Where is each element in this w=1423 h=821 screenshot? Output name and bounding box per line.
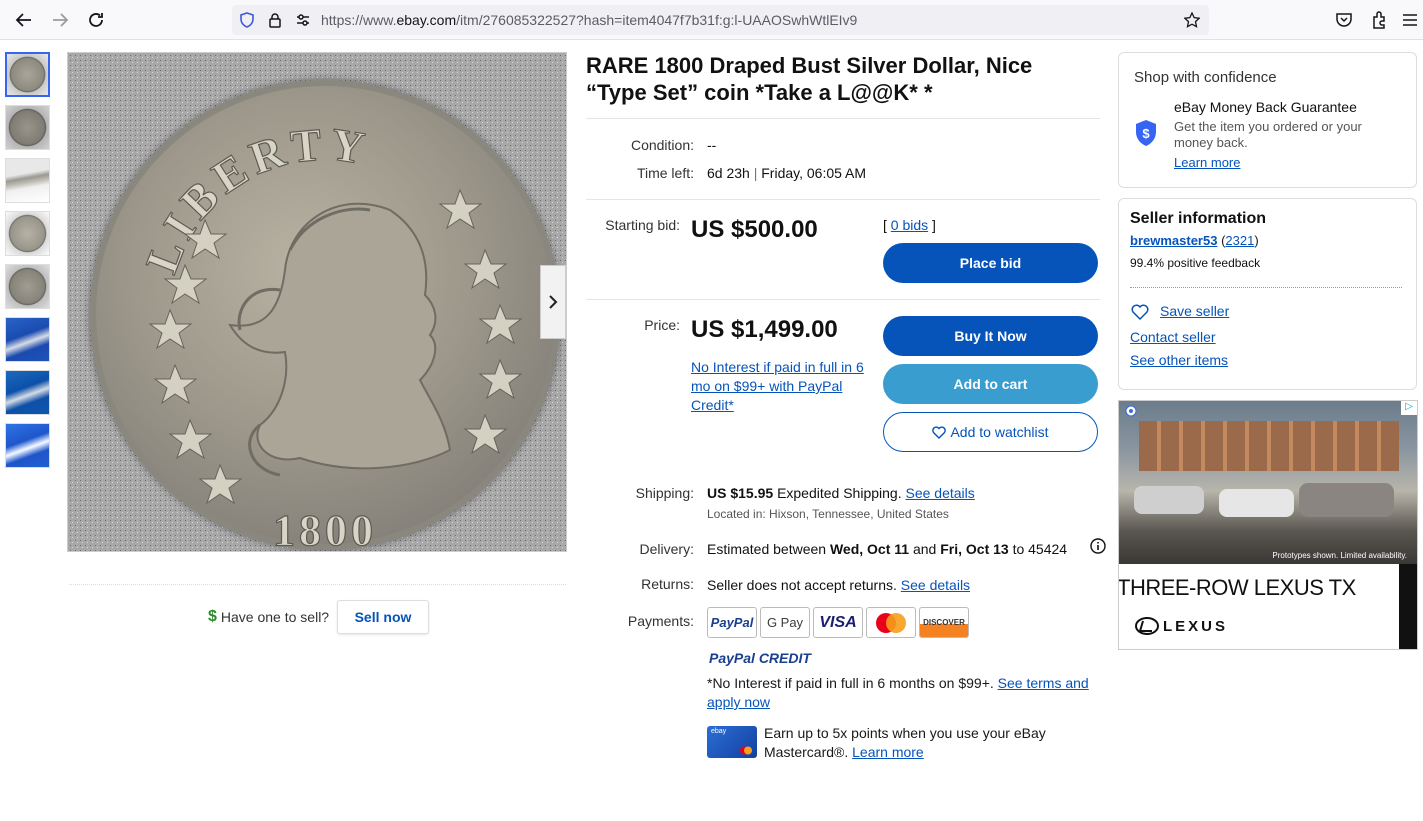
divider bbox=[586, 118, 1100, 119]
divider bbox=[586, 299, 1100, 300]
lexus-logo: LEXUS bbox=[1135, 617, 1228, 635]
buy-it-now-button[interactable]: Buy It Now bbox=[883, 316, 1098, 356]
guarantee-learn-more-link[interactable]: Learn more bbox=[1174, 155, 1240, 170]
lock-icon[interactable] bbox=[267, 12, 283, 28]
divider bbox=[69, 584, 566, 585]
shield-icon[interactable] bbox=[239, 12, 255, 28]
thumbnail-5[interactable] bbox=[5, 264, 50, 309]
thumbnail-3[interactable] bbox=[5, 158, 50, 203]
price-label: Price: bbox=[644, 317, 680, 333]
ebay-mastercard-icon: ebay bbox=[707, 726, 757, 758]
thumbnail-1[interactable] bbox=[5, 52, 50, 97]
adchoices-icon[interactable] bbox=[1125, 404, 1137, 422]
time-left-value: 6d 23h | Friday, 06:05 AM bbox=[707, 165, 867, 181]
paypal-financing-link[interactable]: No Interest if paid in full in 6 mo on $… bbox=[691, 358, 871, 415]
listing-title: RARE 1800 Draped Bust Silver Dollar, Nic… bbox=[586, 53, 1033, 105]
ad-headline: THREE-ROW LEXUS TX bbox=[1118, 575, 1356, 600]
condition-value: -- bbox=[707, 137, 717, 153]
address-bar[interactable]: https://www.ebay.com/itm/276085322527?ha… bbox=[232, 5, 1209, 35]
paypal-credit-logo: PayPal CREDIT bbox=[709, 650, 811, 666]
guarantee-text: Get the item you ordered or your money b… bbox=[1174, 119, 1362, 150]
see-other-items-link[interactable]: See other items bbox=[1130, 352, 1228, 368]
delivery-estimate: Estimated between Wed, Oct 11 and Fri, O… bbox=[707, 541, 1068, 557]
card-learn-more-link[interactable]: Learn more bbox=[852, 744, 924, 760]
delivery-label: Delivery: bbox=[639, 541, 694, 557]
money-back-shield-icon: $ bbox=[1136, 120, 1156, 146]
returns-see-details-link[interactable]: See details bbox=[901, 577, 970, 593]
add-to-cart-button[interactable]: Add to cart bbox=[883, 364, 1098, 404]
coin-image: LIBERTY 1800 bbox=[90, 80, 560, 551]
card-promo: Earn up to 5x points when you use your e… bbox=[764, 725, 1046, 760]
extensions-icon[interactable] bbox=[1370, 10, 1390, 30]
add-to-watchlist-button[interactable]: Add to watchlist bbox=[883, 412, 1098, 452]
bookmark-star-icon[interactable] bbox=[1183, 11, 1201, 28]
divider bbox=[586, 199, 1100, 200]
ad-image: Prototypes shown. Limited availability. bbox=[1119, 401, 1417, 564]
seller-name-row: brewmaster53 (2321) bbox=[1130, 233, 1259, 248]
starting-bid-label: Starting bid: bbox=[605, 217, 680, 233]
ad-info-icon[interactable]: ▷ bbox=[1401, 401, 1417, 415]
heart-icon bbox=[1131, 304, 1149, 320]
bids-link[interactable]: 0 bids bbox=[891, 217, 928, 233]
google-pay-logo: G Pay bbox=[760, 607, 810, 638]
svg-text:$: $ bbox=[1142, 126, 1150, 141]
seller-information-card: Seller information brewmaster53 (2321) 9… bbox=[1118, 198, 1417, 390]
buy-it-now-price: US $1,499.00 bbox=[691, 316, 838, 343]
starting-bid-price: US $500.00 bbox=[691, 216, 818, 243]
seller-heading: Seller information bbox=[1130, 210, 1267, 227]
thumbnail-4[interactable] bbox=[5, 211, 50, 256]
seller-feedback: 99.4% positive feedback bbox=[1130, 256, 1261, 270]
chevron-right-icon bbox=[549, 295, 558, 309]
have-one-to-sell: $ Have one to sell? bbox=[208, 608, 330, 625]
item-location: Located in: Hixson, Tennessee, United St… bbox=[707, 507, 949, 521]
guarantee-title: eBay Money Back Guarantee bbox=[1174, 99, 1357, 115]
main-product-image[interactable]: LIBERTY 1800 bbox=[67, 52, 567, 552]
contact-seller-link[interactable]: Contact seller bbox=[1130, 329, 1216, 345]
thumbnail-6[interactable] bbox=[5, 317, 50, 362]
returns-value: Seller does not accept returns. See deta… bbox=[707, 577, 971, 593]
dollar-icon: $ bbox=[208, 608, 217, 625]
shipping-value: US $15.95 Expedited Shipping. See detail… bbox=[707, 485, 975, 501]
seller-name-link[interactable]: brewmaster53 bbox=[1130, 233, 1217, 248]
url-text[interactable]: https://www.ebay.com/itm/276085322527?ha… bbox=[321, 12, 857, 28]
paypal-logo: PayPal bbox=[707, 607, 757, 638]
returns-label: Returns: bbox=[641, 576, 694, 592]
confidence-heading: Shop with confidence bbox=[1134, 69, 1277, 86]
seller-score-link[interactable]: 2321 bbox=[1225, 233, 1254, 248]
info-icon[interactable] bbox=[1090, 538, 1106, 559]
advertisement[interactable]: Prototypes shown. Limited availability. … bbox=[1118, 400, 1418, 650]
thumbnail-8[interactable] bbox=[5, 423, 50, 468]
back-icon[interactable] bbox=[12, 8, 36, 32]
mastercard-logo bbox=[866, 607, 916, 638]
place-bid-button[interactable]: Place bid bbox=[883, 243, 1098, 283]
discover-logo: DISCOVER bbox=[919, 607, 969, 638]
sell-now-button[interactable]: Sell now bbox=[337, 600, 429, 634]
permissions-icon[interactable] bbox=[295, 12, 311, 28]
save-seller-link[interactable]: Save seller bbox=[1160, 303, 1229, 319]
reload-icon[interactable] bbox=[84, 8, 108, 32]
forward-icon[interactable] bbox=[48, 8, 72, 32]
heart-icon bbox=[932, 425, 947, 439]
payments-label: Payments: bbox=[627, 613, 694, 629]
thumbnail-7[interactable] bbox=[5, 370, 50, 415]
credit-note: *No Interest if paid in full in 6 months… bbox=[707, 675, 1089, 710]
thumbnail-2[interactable] bbox=[5, 105, 50, 150]
shipping-see-details-link[interactable]: See details bbox=[906, 485, 975, 501]
visa-logo: VISA bbox=[813, 607, 863, 638]
bid-count: [ 0 bids ] bbox=[883, 217, 936, 233]
ad-disclaimer: Prototypes shown. Limited availability. bbox=[1272, 551, 1407, 560]
coin-year: 1800 bbox=[273, 506, 377, 550]
divider bbox=[1130, 287, 1402, 288]
condition-label: Condition: bbox=[630, 137, 694, 153]
pocket-icon[interactable] bbox=[1334, 10, 1354, 30]
time-left-label: Time left: bbox=[636, 165, 694, 181]
browser-toolbar: https://www.ebay.com/itm/276085322527?ha… bbox=[0, 0, 1423, 40]
shipping-label: Shipping: bbox=[635, 485, 694, 501]
shop-with-confidence-card: Shop with confidence $ eBay Money Back G… bbox=[1118, 52, 1417, 188]
menu-icon[interactable] bbox=[1400, 10, 1420, 30]
